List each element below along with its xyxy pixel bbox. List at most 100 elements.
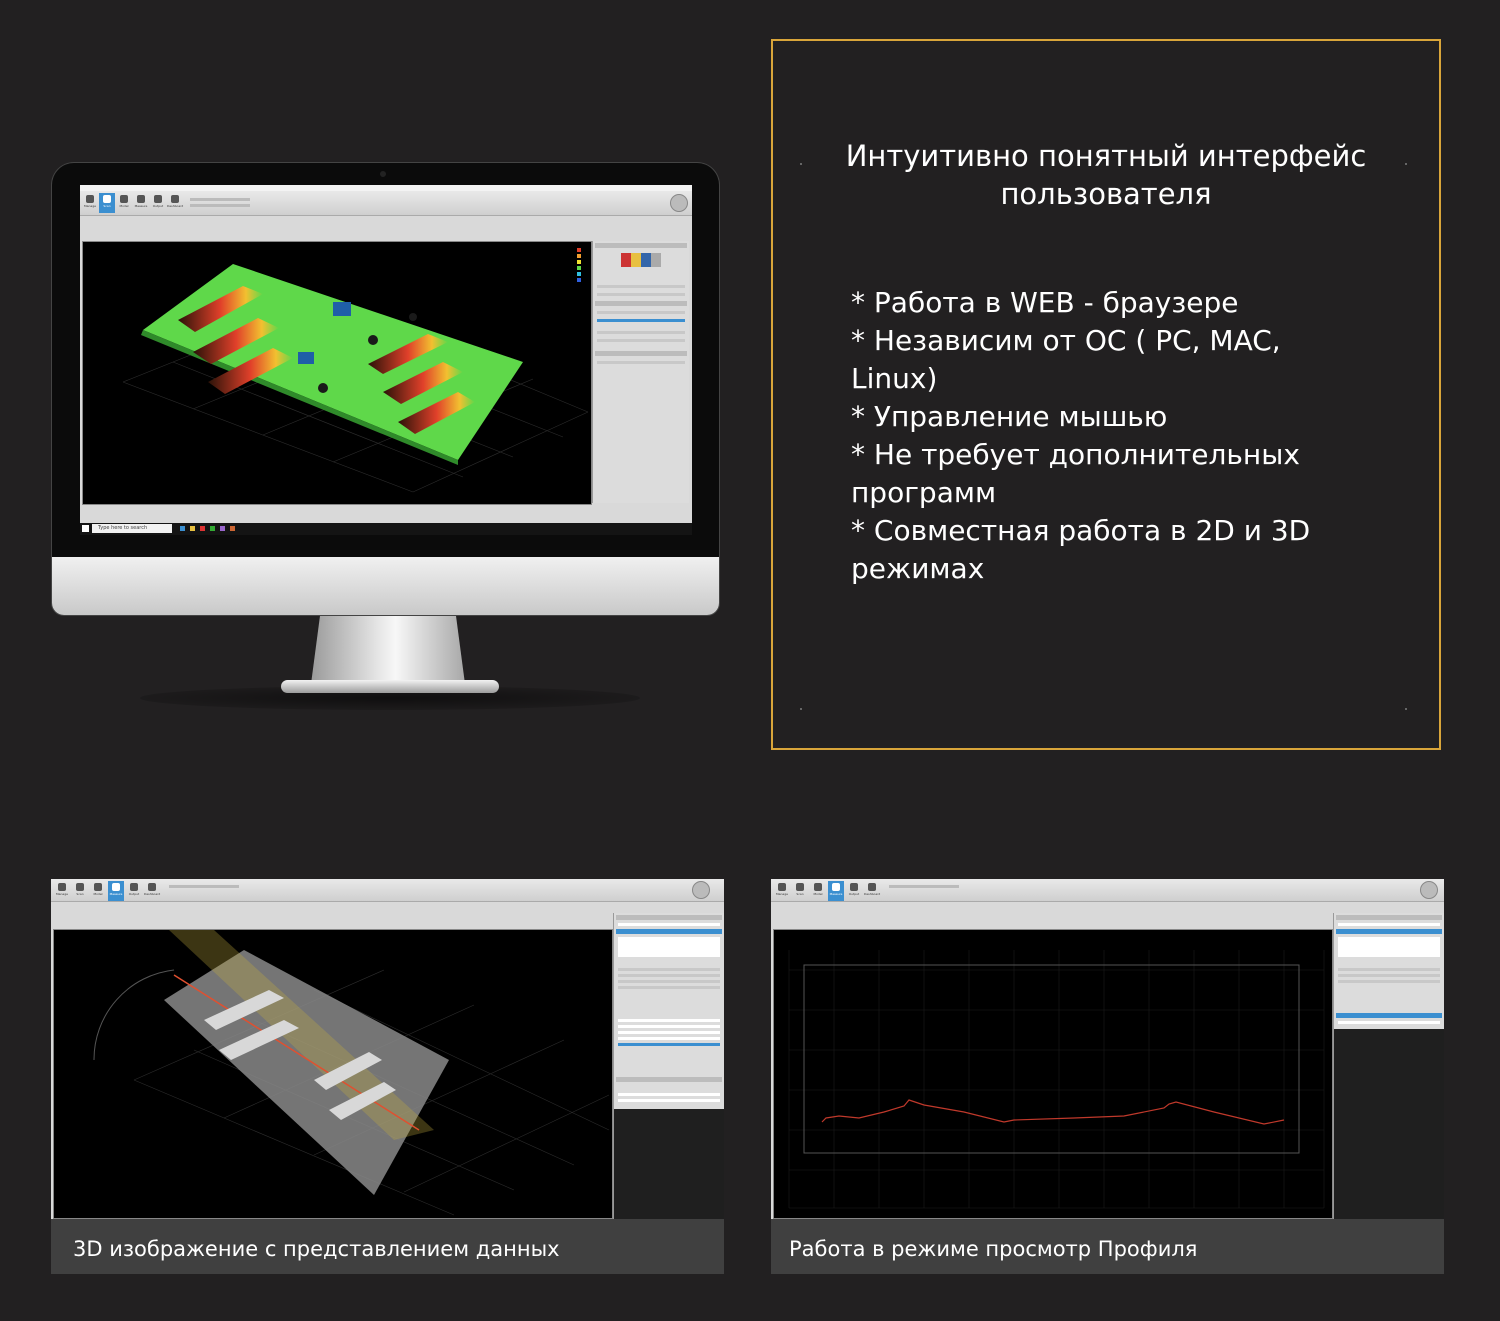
panel-row — [597, 285, 685, 288]
monitor-chin — [52, 557, 719, 615]
panel-row — [597, 311, 685, 314]
app-toolbar: Manage Scan Model Measure Output Dashboa… — [80, 191, 692, 216]
feature-item: * Независим от ОС ( PC, MAC, Linux) — [851, 324, 1281, 395]
toolbar-measure-button[interactable]: Measure — [133, 193, 149, 213]
caption-bar: 3D изображение с представлением данных — [51, 1219, 724, 1274]
result-row — [618, 1037, 720, 1040]
axis-arc — [93, 969, 175, 1061]
taskbar-app-icon[interactable] — [210, 526, 215, 531]
taskbar-app-icon[interactable] — [200, 526, 205, 531]
toolbar-manage-button[interactable]: Manage — [774, 881, 790, 901]
part-surface — [164, 950, 449, 1195]
toolbar-output-button[interactable]: Output — [126, 881, 142, 901]
tool-dropdown[interactable] — [618, 923, 720, 926]
toolbar-model-button[interactable]: Model — [90, 881, 106, 901]
feature-list: * Работа в WEB - браузере * Независим от… — [851, 284, 1351, 588]
legend — [577, 248, 581, 282]
panel-field[interactable] — [618, 937, 720, 957]
dashboard-icon — [868, 883, 876, 891]
output-icon — [130, 883, 138, 891]
panel-row — [618, 968, 720, 971]
panel-row — [618, 986, 720, 989]
toolbar-dashboard-button[interactable]: Dashboard — [864, 881, 880, 901]
toolbar-speed-slider[interactable] — [169, 885, 239, 888]
info-box: Интуитивно понятный интерфейс пользовате… — [771, 39, 1441, 750]
taskbar-search-box[interactable]: Type here to search — [92, 524, 172, 533]
toolbar-scan-button[interactable]: Scan — [99, 193, 115, 213]
panel-row — [1338, 974, 1440, 977]
panel-field[interactable] — [1338, 937, 1440, 957]
toolbar-speed-slider[interactable] — [889, 885, 959, 888]
toolbar-output-button[interactable]: Output — [150, 193, 166, 213]
app-window: Manage Scan Model Measure Output Dashboa… — [51, 879, 724, 1219]
measure-icon — [137, 195, 145, 203]
app-toolbar: Manage Scan Model Measure Output Dashboa… — [771, 879, 1444, 902]
model-icon — [814, 883, 822, 891]
profile-viewport[interactable] — [773, 929, 1333, 1219]
info-title-line1: Интуитивно понятный интерфейс — [845, 139, 1367, 173]
measurement-panel — [613, 913, 724, 1219]
screenshot-3d-view: Manage Scan Model Measure Output Dashboa… — [51, 879, 724, 1274]
panel-thumbnails[interactable] — [621, 253, 661, 267]
taskbar-app-icon[interactable] — [190, 526, 195, 531]
monitor-camera — [380, 171, 386, 177]
toolbar-manage-button[interactable]: Manage — [82, 193, 98, 213]
panel-row-selected[interactable] — [597, 319, 685, 322]
toolbar-measure-button[interactable]: Measure — [828, 881, 844, 901]
toolbar-manage-button[interactable]: Manage — [54, 881, 70, 901]
tool-dropdown[interactable] — [1338, 923, 1440, 926]
toolbar-model-button[interactable]: Model — [116, 193, 132, 213]
toolbar-dashboard-button[interactable]: Dashboard — [167, 193, 183, 213]
panel-empty-area — [614, 1109, 724, 1219]
toolbar-speed-slider[interactable] — [190, 198, 250, 201]
panel-row — [597, 339, 685, 342]
monitor-stand-neck — [311, 614, 465, 684]
wrench-icon — [778, 883, 786, 891]
monitor: Manage Scan Model Measure Output Dashboa… — [52, 163, 719, 615]
scan-icon — [76, 883, 84, 891]
right-panel — [592, 241, 689, 503]
feature-item: * Не требует дополнительных программ — [851, 438, 1300, 509]
3d-scene — [122, 248, 589, 493]
panel-header — [595, 351, 687, 356]
output-icon — [850, 883, 858, 891]
toolbar-scan-button[interactable]: Scan — [72, 881, 88, 901]
model-icon — [94, 883, 102, 891]
toolbar-speed-slider-2[interactable] — [190, 204, 250, 207]
result-row-selected[interactable] — [618, 1043, 720, 1046]
caption-bar: Работа в режиме просмотр Профиля — [771, 1219, 1444, 1274]
monitor-stand-base — [281, 680, 499, 693]
toolbar-model-button[interactable]: Model — [810, 881, 826, 901]
toolbar-measure-button[interactable]: Measure — [108, 881, 124, 901]
info-title: Интуитивно понятный интерфейс пользовате… — [773, 137, 1439, 213]
panel-header — [595, 243, 687, 248]
app-logo-icon — [670, 194, 688, 212]
os-taskbar: Type here to search — [80, 523, 692, 535]
decor-dot — [1405, 708, 1407, 710]
panel-row — [618, 974, 720, 977]
result-row — [618, 1031, 720, 1034]
panel-row — [597, 331, 685, 334]
windows-start-icon[interactable] — [82, 525, 89, 532]
3d-viewport[interactable] — [53, 929, 613, 1219]
toolbar-output-button[interactable]: Output — [846, 881, 862, 901]
profile-line — [821, 1099, 1285, 1125]
taskbar-app-icon[interactable] — [230, 526, 235, 531]
taskbar-app-icon[interactable] — [220, 526, 225, 531]
panel-row — [597, 361, 685, 364]
decor-dot — [800, 708, 802, 710]
output-icon — [154, 195, 162, 203]
wrench-icon — [86, 195, 94, 203]
panel-header — [616, 915, 722, 920]
3d-viewport[interactable] — [82, 241, 592, 505]
toolbar-dashboard-button[interactable]: Dashboard — [144, 881, 160, 901]
panel-header-selected — [1336, 1013, 1442, 1018]
caption-3d: 3D изображение с представлением данных — [73, 1237, 560, 1261]
dashboard-icon — [148, 883, 156, 891]
decor-dot — [800, 163, 802, 165]
panel-row — [597, 293, 685, 296]
part-surface — [143, 264, 523, 460]
panel-field[interactable] — [1338, 1021, 1440, 1024]
taskbar-app-icon[interactable] — [180, 526, 185, 531]
toolbar-scan-button[interactable]: Scan — [792, 881, 808, 901]
